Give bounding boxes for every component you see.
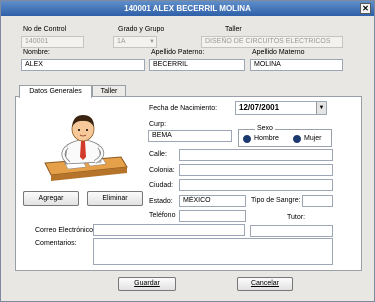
- mujer-label: Mujer: [304, 135, 322, 142]
- title-bar: 140001 ALEX BECERRIL MOLINA ✕: [1, 1, 374, 16]
- ciudad-input[interactable]: [179, 179, 333, 191]
- fecha-nacimiento-label: Fecha de Nacimiento:: [149, 105, 218, 112]
- mujer-radio[interactable]: [293, 135, 301, 143]
- tutor-label: Tutor:: [287, 214, 306, 221]
- no-control-label: No de Control: [23, 26, 67, 33]
- correo-input[interactable]: [93, 224, 245, 236]
- nombre-label: Nombre:: [23, 49, 50, 56]
- chevron-down-icon[interactable]: ▼: [316, 102, 326, 114]
- taller-label: Taller: [225, 26, 242, 33]
- grado-grupo-value: 1A: [117, 38, 126, 45]
- apellido-materno-input[interactable]: MOLINA: [250, 59, 343, 71]
- window-title: 140001 ALEX BECERRIL MOLINA: [124, 4, 251, 13]
- apellido-paterno-label: Apellido Paterno:: [151, 49, 205, 56]
- tipo-sangre-input[interactable]: [302, 195, 333, 207]
- guardar-label: Guardar: [134, 280, 160, 287]
- tab-label: Taller: [100, 88, 118, 95]
- calle-label: Calle:: [149, 151, 167, 158]
- cancelar-button[interactable]: Cancelar: [237, 277, 293, 291]
- tab-datos-generales[interactable]: Datos Generales: [19, 85, 92, 98]
- colonia-label: Colonia:: [149, 167, 175, 174]
- estado-input[interactable]: MÉXICO: [179, 195, 246, 207]
- estado-label: Estado:: [149, 198, 173, 205]
- sexo-label: Sexo: [255, 125, 275, 132]
- hombre-radio[interactable]: [243, 135, 251, 143]
- student-photo: [23, 105, 143, 187]
- no-control-field: 140001: [21, 36, 84, 48]
- comentarios-label: Comentarios:: [35, 240, 77, 247]
- eliminar-photo-button[interactable]: Eliminar: [87, 191, 143, 206]
- cancelar-label: Cancelar: [250, 280, 279, 287]
- telefono-label: Teléfono: [149, 212, 176, 219]
- fecha-nacimiento-value: 12/07/2001: [239, 103, 280, 112]
- ciudad-label: Ciudad:: [149, 182, 174, 189]
- calle-input[interactable]: [179, 149, 333, 161]
- curp-input[interactable]: BEMA: [148, 130, 232, 142]
- hombre-label: Hombre: [254, 135, 279, 142]
- apellido-materno-label: Apellido Materno: [252, 49, 305, 56]
- grado-grupo-select[interactable]: 1A ▼: [113, 36, 157, 48]
- tutor-input[interactable]: [250, 225, 333, 237]
- student-form-window: 140001 ALEX BECERRIL MOLINA ✕ No de Cont…: [0, 0, 375, 302]
- colonia-input[interactable]: [179, 164, 333, 176]
- agregar-photo-button[interactable]: Agregar: [23, 191, 79, 206]
- close-icon: ✕: [362, 4, 369, 13]
- apellido-paterno-input[interactable]: BECERRIL: [149, 59, 245, 71]
- tab-label: Datos Generales: [29, 88, 82, 95]
- taller-field: DISEÑO DE CIRCUITOS ELECTRICOS: [201, 36, 343, 48]
- curp-label: Curp:: [149, 121, 167, 128]
- tipo-sangre-label: Tipo de Sangre:: [251, 197, 301, 204]
- grado-grupo-label: Grado y Grupo: [118, 26, 165, 33]
- nombre-input[interactable]: ALEX: [21, 59, 145, 71]
- comentarios-textarea[interactable]: [93, 238, 333, 265]
- chevron-down-icon: ▼: [149, 39, 155, 45]
- fecha-nacimiento-picker[interactable]: 12/07/2001 ▼: [235, 101, 327, 115]
- sexo-groupbox: Sexo Hombre Mujer: [238, 125, 332, 147]
- close-button[interactable]: ✕: [360, 3, 371, 14]
- student-at-desk-illustration: [44, 115, 128, 181]
- correo-label: Correo Electrónico:: [35, 227, 95, 234]
- guardar-button[interactable]: Guardar: [118, 277, 176, 291]
- telefono-input[interactable]: [179, 210, 246, 222]
